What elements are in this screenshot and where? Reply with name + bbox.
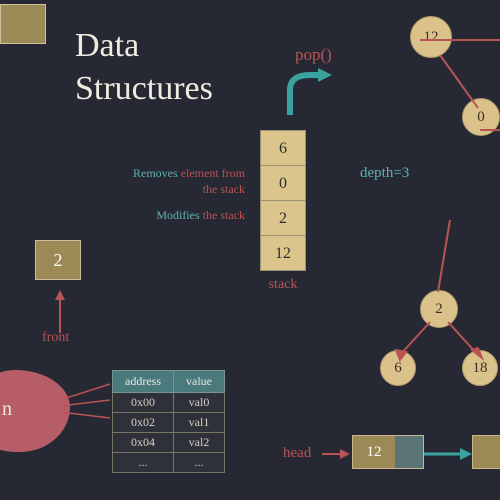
ll-value (473, 436, 500, 468)
stack-description: Removes element from the stack Modifies … (125, 165, 245, 224)
memory-table: address value 0x00val0 0x02val1 0x04val2… (112, 370, 225, 473)
ll-next-arrow-icon (424, 448, 474, 460)
front-label: front (42, 330, 69, 346)
tree-edge (400, 30, 500, 140)
tree-edges-lower (370, 220, 500, 380)
depth-label: depth=3 (360, 165, 409, 182)
table-row: 0x04val2 (113, 433, 225, 453)
table-row: ...... (113, 453, 225, 473)
blob-connector-lines (60, 378, 120, 438)
desc-text: Modifies (156, 208, 199, 222)
table-header: value (174, 371, 225, 393)
pop-arrow-icon (280, 60, 340, 120)
page-title: Data Structures (75, 25, 213, 110)
ll-value: 12 (353, 436, 395, 468)
title-line-1: Data (75, 27, 139, 64)
stack-label: stack (260, 277, 306, 293)
stack-cell: 2 (260, 200, 306, 236)
stack: 6 0 2 12 stack (260, 130, 306, 293)
stack-cell: 6 (260, 130, 306, 166)
stack-cell: 12 (260, 235, 306, 271)
title-line-2: Structures (75, 70, 213, 107)
ll-pointer (395, 436, 423, 468)
linked-list-node (472, 435, 500, 469)
linked-list-node: 12 (352, 435, 424, 469)
table-header: address (113, 371, 174, 393)
table-row: 0x00val0 (113, 393, 225, 413)
desc-text: element from the stack (181, 166, 245, 196)
head-arrow-icon (322, 448, 352, 460)
head-label: head (283, 445, 311, 462)
desc-text: the stack (203, 208, 245, 222)
hash-blob-text: n (2, 398, 12, 421)
queue-box: 2 (35, 240, 81, 280)
desc-text: Removes (133, 166, 178, 180)
front-arrow-icon (54, 288, 74, 333)
table-row: 0x02val1 (113, 413, 225, 433)
stack-cell: 0 (260, 165, 306, 201)
top-left-box (0, 4, 46, 44)
